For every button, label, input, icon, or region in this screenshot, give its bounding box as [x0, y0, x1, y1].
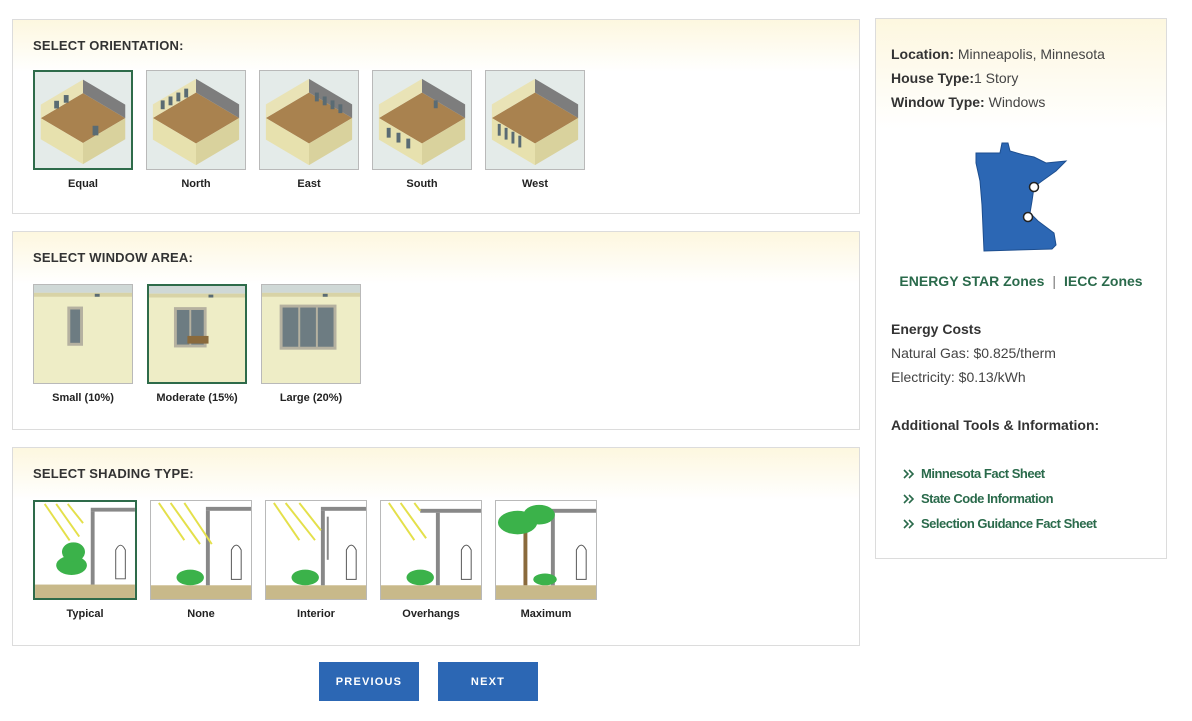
orientation-option-west[interactable]: West — [485, 70, 585, 190]
window-area-option-large[interactable]: Large (20%) — [261, 284, 361, 404]
shading-title: SELECT SHADING TYPE: — [33, 466, 194, 481]
orientation-label: East — [297, 178, 321, 190]
orientation-label: South — [406, 178, 438, 190]
orientation-label: West — [521, 178, 549, 190]
shading-option-interior[interactable]: Interior — [265, 500, 367, 620]
iecc-zones-link[interactable]: IECC Zones — [1064, 273, 1143, 289]
shading-option-overhangs[interactable]: Overhangs — [380, 500, 482, 620]
window-area-option-small[interactable]: Small (10%) — [33, 284, 133, 404]
tool-link-fact-sheet[interactable]: Minnesota Fact Sheet — [903, 466, 1045, 481]
orientation-label: North — [181, 178, 211, 190]
window-area-label: Moderate (15%) — [156, 392, 238, 404]
shading-label: Overhangs — [402, 608, 460, 620]
shading-overhangs-image — [380, 500, 482, 600]
window-area-label: Large (20%) — [279, 392, 343, 404]
shading-option-none[interactable]: None — [150, 500, 252, 620]
shading-label: Maximum — [520, 608, 572, 620]
shading-maximum-image — [495, 500, 597, 600]
window-type-line: Window Type: Windows — [891, 94, 1045, 110]
window-area-options: Small (10%) Moderate (15%) Large (20%) — [33, 284, 361, 404]
shading-options: Typical None Interior Overhangs Maximum — [33, 500, 597, 620]
shading-label: Interior — [297, 608, 335, 620]
tools-title: Additional Tools & Information: — [891, 417, 1100, 433]
energy-star-zones-link[interactable]: ENERGY STAR Zones — [899, 273, 1044, 289]
orientation-option-north[interactable]: North — [146, 70, 246, 190]
house-south-image — [372, 70, 472, 170]
orientation-option-east[interactable]: East — [259, 70, 359, 190]
orientation-options: Equal North East South West — [33, 70, 585, 190]
shading-none-image — [150, 500, 252, 600]
window-type-value: Windows — [988, 94, 1046, 110]
shading-panel: SELECT SHADING TYPE: Typical None Interi… — [12, 447, 860, 646]
info-sidebar: Location: Minneapolis, Minnesota House T… — [875, 18, 1167, 559]
house-equal-image — [33, 70, 133, 170]
orientation-option-equal[interactable]: Equal — [33, 70, 133, 190]
shading-label: None — [187, 608, 215, 620]
tool-link-label: Selection Guidance Fact Sheet — [921, 516, 1097, 531]
double-chevron-right-icon — [903, 468, 915, 479]
double-chevron-right-icon — [903, 518, 915, 529]
tool-link-label: Minnesota Fact Sheet — [921, 466, 1045, 481]
location-line: Location: Minneapolis, Minnesota — [891, 46, 1105, 62]
house-type-value: 1 Story — [973, 70, 1019, 86]
next-button[interactable]: NEXT — [438, 662, 538, 701]
window-type-label: Window Type: — [891, 94, 985, 110]
orientation-panel: SELECT ORIENTATION: Equal North East Sou… — [12, 19, 860, 214]
tool-link-selection-guidance[interactable]: Selection Guidance Fact Sheet — [903, 516, 1097, 531]
window-large-image — [261, 284, 361, 384]
electricity-cost: Electricity: $0.13/kWh — [891, 369, 1026, 385]
location-value: Minneapolis, Minnesota — [957, 46, 1105, 62]
tool-link-state-code[interactable]: State Code Information — [903, 491, 1054, 506]
orientation-title: SELECT ORIENTATION: — [33, 38, 184, 53]
shading-interior-image — [265, 500, 367, 600]
double-chevron-right-icon — [903, 493, 915, 504]
window-moderate-image — [147, 284, 247, 384]
shading-option-typical[interactable]: Typical — [33, 500, 137, 620]
tool-link-label: State Code Information — [921, 491, 1054, 506]
location-label: Location: — [891, 46, 954, 62]
state-map-icon — [972, 141, 1072, 253]
house-west-image — [485, 70, 585, 170]
house-type-label: House Type: — [891, 70, 974, 86]
zones-separator: | — [1052, 273, 1056, 289]
window-small-image — [33, 284, 133, 384]
zones-links: ENERGY STAR Zones | IECC Zones — [876, 273, 1166, 289]
house-north-image — [146, 70, 246, 170]
orientation-option-south[interactable]: South — [372, 70, 472, 190]
shading-typical-image — [33, 500, 137, 600]
window-area-option-moderate[interactable]: Moderate (15%) — [147, 284, 247, 404]
window-area-label: Small (10%) — [52, 392, 114, 404]
window-area-panel: SELECT WINDOW AREA: Small (10%) Moderate… — [12, 231, 860, 430]
shading-option-maximum[interactable]: Maximum — [495, 500, 597, 620]
house-east-image — [259, 70, 359, 170]
house-type-line: House Type:1 Story — [891, 70, 1018, 86]
orientation-label: Equal — [68, 178, 98, 190]
energy-costs-title: Energy Costs — [891, 321, 982, 337]
natural-gas-cost: Natural Gas: $0.825/therm — [891, 345, 1056, 361]
previous-button[interactable]: PREVIOUS — [319, 662, 419, 701]
shading-label: Typical — [66, 608, 104, 620]
window-area-title: SELECT WINDOW AREA: — [33, 250, 194, 265]
